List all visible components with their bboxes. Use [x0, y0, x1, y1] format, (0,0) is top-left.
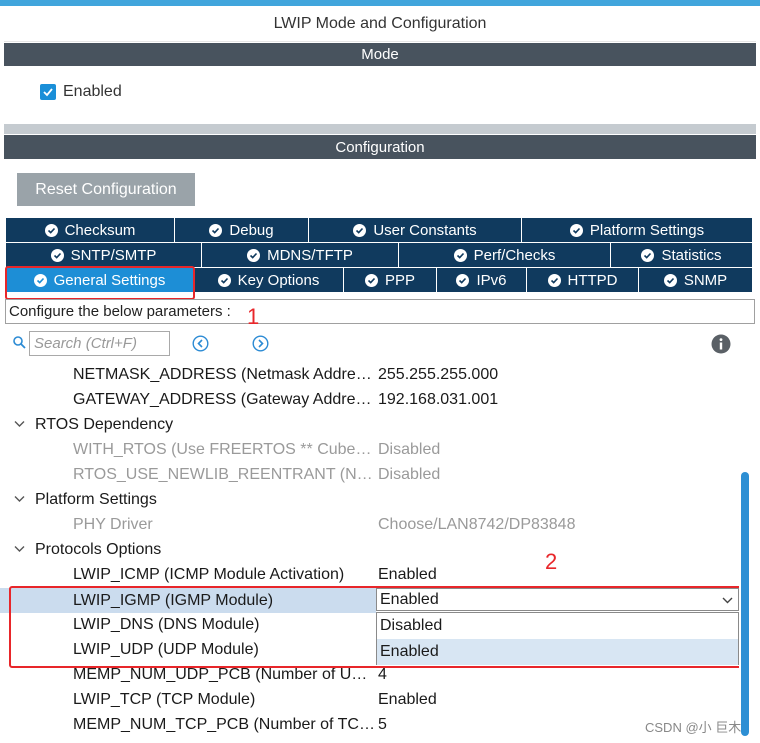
tab-user-constants[interactable]: User Constants [309, 218, 522, 242]
annotation-label-2: 2 [545, 549, 558, 574]
tree-row-newlib[interactable]: RTOS_USE_NEWLIB_REENTRANT (Nothing) Disab… [0, 462, 738, 487]
annotation-box-2 [9, 586, 746, 668]
annotation-label-1: 1 [247, 304, 260, 329]
tab-label: SNTP/SMTP [70, 246, 157, 264]
tab-key-options[interactable]: Key Options [194, 268, 344, 292]
check-circle-icon [569, 223, 583, 237]
param-value: Enabled [378, 690, 437, 708]
info-icon[interactable] [711, 334, 731, 354]
tab-row-2: SNTP/SMTP MDNS/TFTP Perf/Checks Statisti… [6, 243, 752, 267]
param-name: LWIP_TCP (TCP Module) [73, 690, 256, 708]
tree-row-gateway[interactable]: GATEWAY_ADDRESS (Gateway Address) 192.168… [0, 387, 738, 412]
param-value: 5 [378, 715, 387, 733]
next-result-icon[interactable] [252, 335, 269, 352]
check-circle-icon [209, 223, 223, 237]
tab-label: IPv6 [476, 271, 507, 289]
panel-separator[interactable] [4, 124, 756, 134]
param-name: LWIP_ICMP (ICMP Module Activation) [73, 565, 345, 583]
param-value: 4 [378, 665, 387, 683]
tab-debug[interactable]: Debug [175, 218, 309, 242]
tree-row-with-rtos[interactable]: WITH_RTOS (Use FREERTOS ** CubeMX specif… [0, 437, 738, 462]
tab-httpd[interactable]: HTTPD [527, 268, 639, 292]
tab-sntp-smtp[interactable]: SNTP/SMTP [6, 243, 202, 267]
chevron-down-icon [14, 496, 25, 502]
enabled-label: Enabled [63, 83, 122, 100]
watermark: CSDN @小 巨木 [645, 720, 742, 735]
tab-checksum[interactable]: Checksum [6, 218, 175, 242]
param-name: MEMP_NUM_UDP_PCB (Number of UDP PCBs) [73, 665, 376, 683]
check-circle-icon [641, 248, 655, 262]
scrollbar-thumb[interactable] [741, 472, 749, 736]
tab-label: HTTPD [567, 271, 618, 289]
tab-label: User Constants [373, 221, 477, 239]
tree-row-phy-driver[interactable]: PHY Driver Choose/LAN8742/DP83848 [0, 512, 738, 537]
tab-statistics[interactable]: Statistics [611, 243, 752, 267]
check-circle-icon [456, 273, 470, 287]
annotation-box-1 [5, 266, 195, 300]
tree-row-lwip-icmp[interactable]: LWIP_ICMP (ICMP Module Activation) Enable… [0, 562, 738, 587]
param-value: 192.168.031.001 [378, 390, 499, 408]
tab-snmp[interactable]: SNMP [639, 268, 752, 292]
tab-label: MDNS/TFTP [267, 246, 353, 264]
param-value: Disabled [378, 440, 441, 458]
group-name: Platform Settings [35, 490, 157, 508]
group-name: Protocols Options [35, 540, 162, 558]
tab-label: SNMP [683, 271, 728, 289]
tab-ipv6[interactable]: IPv6 [437, 268, 527, 292]
param-name: WITH_RTOS (Use FREERTOS ** CubeMX specif… [73, 440, 376, 458]
tree-row-netmask[interactable]: NETMASK_ADDRESS (Netmask Address) 255.255… [0, 362, 738, 387]
chevron-down-icon [14, 421, 25, 427]
tab-label: Statistics [661, 246, 722, 264]
parameters-label: Configure the below parameters : [5, 299, 755, 324]
window-title: LWIP Mode and Configuration [4, 6, 756, 42]
tab-label: Checksum [64, 221, 136, 239]
param-value: Enabled [378, 565, 437, 583]
param-name: GATEWAY_ADDRESS (Gateway Address) [73, 390, 376, 408]
tree-row-lwip-tcp[interactable]: LWIP_TCP (TCP Module) Enabled [0, 687, 738, 712]
mode-header: Mode [4, 43, 756, 66]
param-value: Disabled [378, 465, 441, 483]
previous-result-icon[interactable] [192, 335, 209, 352]
param-name: PHY Driver [73, 515, 153, 533]
tab-label: Debug [229, 221, 274, 239]
param-name: MEMP_NUM_TCP_PCB (Number of TCP PCBs) [73, 715, 376, 733]
search-icon [13, 336, 26, 349]
check-circle-icon [364, 273, 378, 287]
tree-group-rtos[interactable]: RTOS Dependency [0, 412, 738, 437]
tab-label: Platform Settings [589, 221, 705, 239]
tab-platform-settings[interactable]: Platform Settings [522, 218, 752, 242]
check-circle-icon [547, 273, 561, 287]
check-circle-icon [247, 248, 261, 262]
check-circle-icon [663, 273, 677, 287]
configuration-header: Configuration [4, 135, 756, 159]
param-value: 255.255.255.000 [378, 365, 499, 383]
check-circle-icon [353, 223, 367, 237]
enabled-checkbox[interactable] [40, 84, 56, 100]
tab-label: PPP [384, 271, 415, 289]
check-icon [43, 88, 53, 97]
check-circle-icon [50, 248, 64, 262]
check-circle-icon [453, 248, 467, 262]
tree-row-memp-tcp[interactable]: MEMP_NUM_TCP_PCB (Number of TCP PCBs)5 [0, 712, 738, 737]
group-name: RTOS Dependency [35, 415, 174, 433]
tab-label: Perf/Checks [473, 246, 556, 264]
param-value: Choose/LAN8742/DP83848 [378, 515, 576, 533]
tab-label: Key Options [237, 271, 320, 289]
reset-configuration-button[interactable]: Reset Configuration [17, 173, 195, 206]
check-circle-icon [217, 273, 231, 287]
tab-perf-checks[interactable]: Perf/Checks [399, 243, 611, 267]
tab-mdns-tftp[interactable]: MDNS/TFTP [202, 243, 399, 267]
tab-row-1: Checksum Debug User Constants Platform S… [6, 218, 752, 242]
tab-ppp[interactable]: PPP [344, 268, 437, 292]
tree-group-platform[interactable]: Platform Settings [0, 487, 738, 512]
check-circle-icon [44, 223, 58, 237]
param-name: RTOS_USE_NEWLIB_REENTRANT (Nothing) [73, 465, 376, 483]
param-name: NETMASK_ADDRESS (Netmask Address) [73, 365, 376, 383]
tree-group-protocols[interactable]: Protocols Options [0, 537, 738, 562]
search-input[interactable] [29, 331, 170, 356]
chevron-down-icon [14, 546, 25, 552]
